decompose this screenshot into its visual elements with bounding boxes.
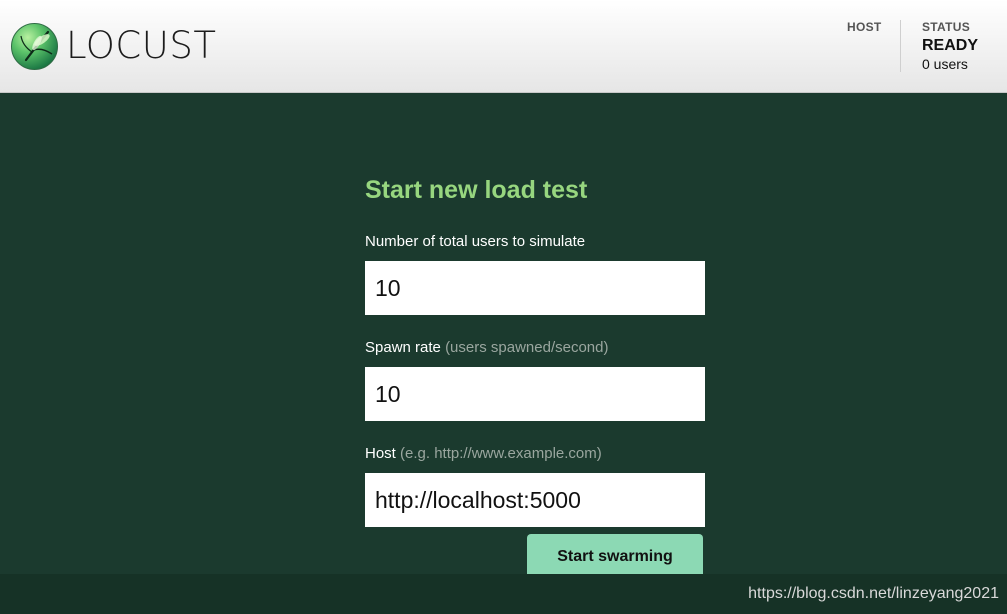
users-input[interactable] — [365, 261, 705, 315]
users-label-text: Number of total users to simulate — [365, 233, 586, 250]
host-field-label: Host (e.g. http://www.example.com) — [365, 445, 705, 463]
host-section: HOST — [847, 20, 882, 34]
spawn-rate-input[interactable] — [365, 367, 705, 421]
host-input[interactable] — [365, 473, 705, 527]
locust-logo-icon — [11, 23, 58, 70]
form-title: Start new load test — [365, 176, 588, 204]
spawn-rate-label: Spawn rate (users spawned/second) — [365, 339, 705, 357]
logo-wordmark: LOCUST — [66, 24, 217, 67]
users-label: Number of total users to simulate — [365, 233, 705, 251]
top-header: LOCUST HOST STATUS READY 0 users — [0, 0, 1007, 93]
status-label: STATUS — [922, 20, 971, 34]
host-hint: (e.g. http://www.example.com) — [400, 445, 602, 462]
start-test-form: Start new load test Number of total user… — [365, 174, 705, 527]
spawn-rate-hint: (users spawned/second) — [445, 339, 609, 356]
host-label: HOST — [847, 20, 882, 34]
status-value: READY — [922, 37, 979, 54]
watermark-text: https://blog.csdn.net/linzeyang2021 — [748, 585, 999, 602]
host-label-text: Host — [365, 445, 396, 462]
spawn-rate-label-text: Spawn rate — [365, 339, 441, 356]
user-count: 0 users — [922, 56, 968, 72]
header-divider — [900, 20, 901, 72]
status-section: STATUS READY 0 users — [922, 20, 978, 72]
